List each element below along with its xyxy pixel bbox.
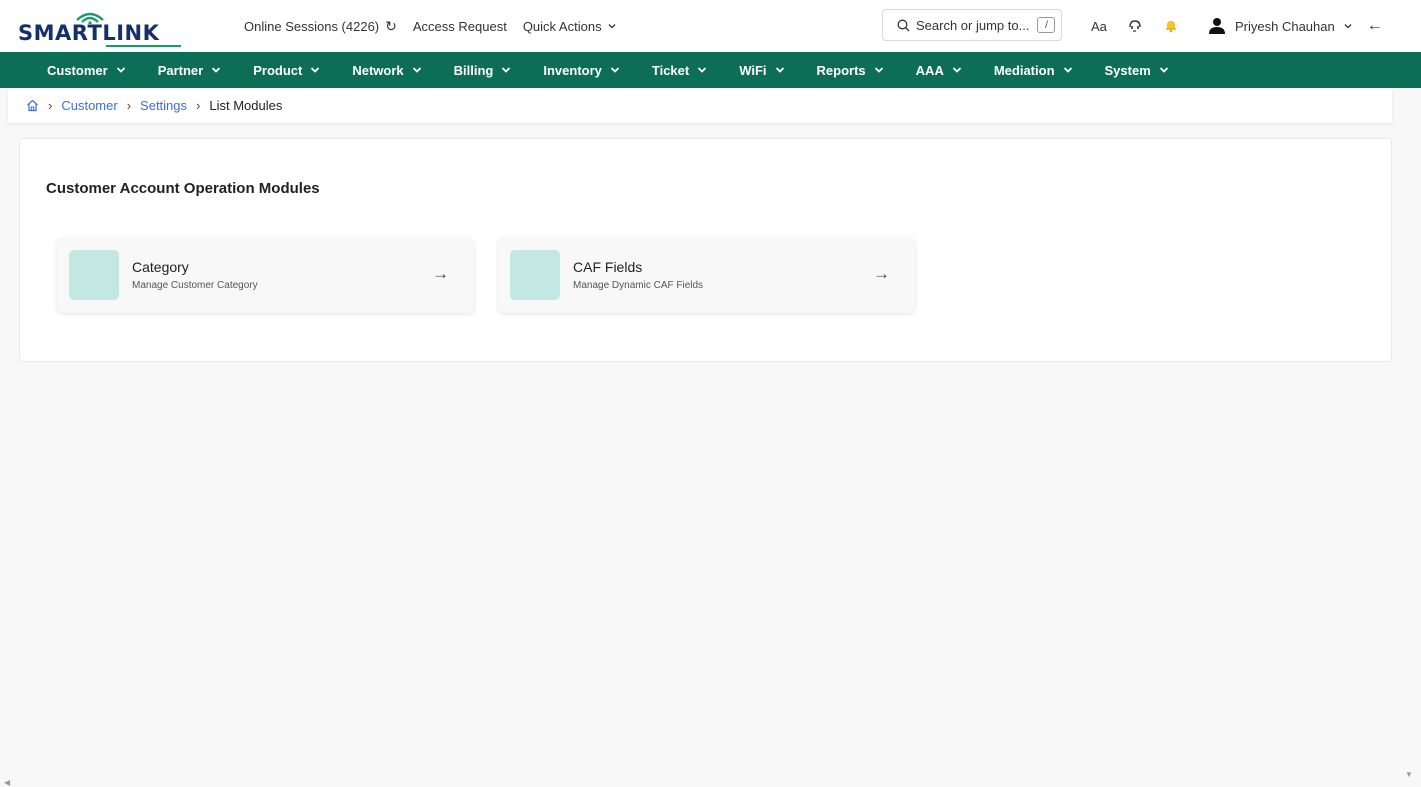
notification-icon[interactable] (1163, 18, 1179, 34)
top-header: SMARTLINK Online Sessions (4226) ↻ Acces… (0, 0, 1421, 52)
chevron-down-icon (1063, 67, 1072, 73)
chevron-down-icon (1159, 67, 1168, 73)
page-title: Customer Account Operation Modules (46, 180, 320, 197)
chevron-down-icon (212, 67, 221, 73)
scroll-down-arrow-icon[interactable]: ▼ (1405, 770, 1413, 779)
chevron-down-icon (412, 67, 421, 73)
online-sessions-label: Online Sessions (4226) (244, 18, 380, 34)
module-description: Manage Customer Category (132, 280, 258, 291)
nav-item-label: Billing (453, 62, 494, 78)
nav-item-customer[interactable]: Customer (47, 63, 126, 78)
back-arrow-icon[interactable]: ← (1367, 17, 1383, 35)
main-navigation: Customer Partner Product Network Billing… (0, 52, 1421, 88)
breadcrumb-settings[interactable]: Settings (140, 98, 187, 113)
quick-actions-menu[interactable]: Quick Actions (523, 19, 617, 34)
module-title: CAF Fields (573, 259, 643, 275)
chevron-down-icon (502, 67, 511, 73)
module-title: Category (132, 259, 189, 275)
chevron-down-icon (116, 67, 125, 73)
nav-item-aaa[interactable]: AAA (916, 63, 962, 78)
nav-item-network[interactable]: Network (352, 63, 421, 78)
breadcrumb-current: List Modules (209, 98, 283, 113)
font-size-toggle[interactable]: Aa (1091, 19, 1107, 34)
chevron-right-icon: › (48, 98, 53, 113)
top-links: Online Sessions (4226) ↻ Access Request … (244, 0, 617, 52)
nav-item-label: System (1104, 62, 1151, 78)
nav-item-product[interactable]: Product (253, 63, 320, 78)
nav-item-reports[interactable]: Reports (817, 63, 884, 78)
chevron-down-icon (775, 67, 784, 73)
quick-actions-label: Quick Actions (522, 18, 602, 34)
home-icon[interactable] (26, 99, 39, 112)
header-icons: Aa (1091, 0, 1179, 52)
vertical-scrollbar[interactable] (1404, 88, 1421, 787)
logo-text: SMARTLINK (18, 21, 160, 45)
nav-item-label: Mediation (993, 62, 1055, 78)
user-name: Priyesh Chauhan (1235, 18, 1335, 34)
module-thumbnail (69, 250, 119, 300)
logo-underline (106, 45, 181, 47)
nav-item-billing[interactable]: Billing (454, 63, 512, 78)
chevron-right-icon: › (126, 98, 132, 113)
nav-item-inventory[interactable]: Inventory (543, 63, 620, 78)
search-input[interactable]: Search or jump to... / (882, 9, 1062, 41)
module-card-caf-fields[interactable]: CAF Fields Manage Dynamic CAF Fields → (498, 238, 915, 313)
module-thumbnail (510, 250, 560, 300)
breadcrumb: › Customer › Settings › List Modules (8, 88, 1392, 123)
search-placeholder: Search or jump to... (916, 17, 1030, 33)
search-shortcut-key: / (1037, 17, 1056, 33)
user-menu[interactable]: Priyesh Chauhan ← (1208, 0, 1383, 52)
nav-item-wifi[interactable]: WiFi (739, 63, 784, 78)
nav-item-label: Inventory (543, 62, 602, 78)
chevron-down-icon (874, 67, 883, 73)
nav-item-system[interactable]: System (1105, 63, 1169, 78)
arrow-right-icon[interactable]: → (873, 264, 890, 284)
user-icon (1209, 18, 1225, 34)
online-sessions-link[interactable]: Online Sessions (4226) ↻ (244, 18, 397, 35)
breadcrumb-customer[interactable]: Customer (61, 98, 117, 113)
modules-panel: Customer Account Operation Modules Categ… (19, 138, 1392, 362)
smartlink-logo[interactable]: SMARTLINK (18, 8, 188, 47)
module-description: Manage Dynamic CAF Fields (573, 280, 704, 291)
nav-item-label: AAA (915, 62, 944, 78)
scroll-left-arrow-icon[interactable]: ◀ (4, 778, 10, 787)
nav-item-ticket[interactable]: Ticket (652, 63, 707, 78)
nav-item-mediation[interactable]: Mediation (994, 63, 1073, 78)
nav-item-label: Product (253, 62, 303, 78)
chevron-down-icon (1344, 24, 1352, 29)
chevron-down-icon (608, 24, 616, 29)
chevron-down-icon (952, 67, 961, 73)
chevron-down-icon (698, 67, 707, 73)
nav-item-label: Ticket (651, 62, 690, 78)
nav-item-label: Network (352, 62, 404, 78)
nav-item-label: Reports (816, 62, 866, 78)
nav-item-label: WiFi (739, 62, 767, 78)
nav-item-label: Partner (157, 62, 204, 78)
refresh-icon[interactable]: ↻ (385, 18, 397, 35)
search-icon (897, 19, 910, 31)
chevron-down-icon (311, 67, 320, 73)
support-icon[interactable] (1127, 18, 1143, 34)
nav-item-partner[interactable]: Partner (158, 63, 222, 78)
chevron-right-icon: › (196, 98, 201, 113)
nav-item-label: Customer (47, 62, 108, 78)
arrow-right-icon[interactable]: → (432, 264, 449, 284)
module-card-category[interactable]: Category Manage Customer Category → (57, 238, 474, 313)
access-request-link[interactable]: Access Request (413, 19, 507, 34)
chevron-down-icon (610, 67, 620, 73)
